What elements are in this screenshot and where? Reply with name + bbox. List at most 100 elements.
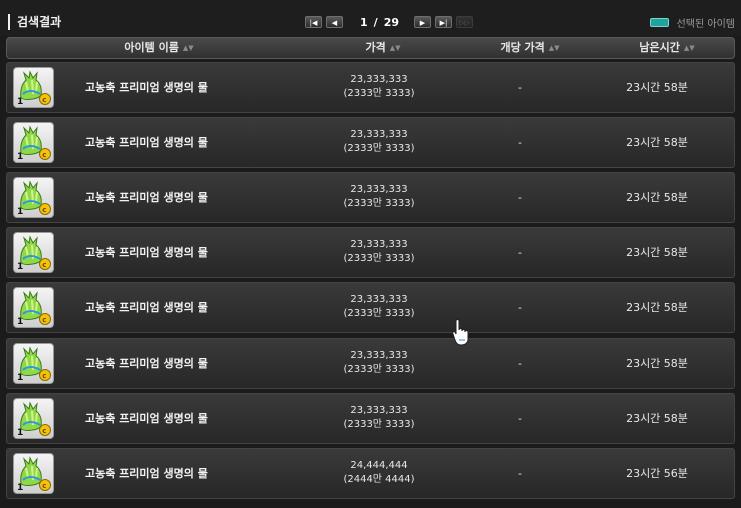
remaining-time: 23시간 58분 — [626, 136, 688, 149]
price-value: 23,333,333 — [350, 74, 408, 85]
svg-text:c: c — [42, 427, 46, 435]
item-name: 고농축 프리미엄 생명의 물 — [85, 136, 208, 149]
item-name: 고농축 프리미엄 생명의 물 — [85, 246, 208, 259]
price-korean: (2333만 3333) — [343, 308, 415, 319]
sort-arrows-icon[interactable]: ▲▼ — [390, 44, 401, 52]
table-row[interactable]: 1 c 고농축 프리미엄 생명의 물 23,333,333 (2333만 333… — [6, 338, 735, 389]
hand-cursor-icon — [452, 319, 469, 346]
remaining-time: 23시간 56분 — [626, 467, 688, 480]
first-page-button[interactable]: |◀ — [305, 16, 322, 28]
water-of-life-icon[interactable]: 1 c — [13, 67, 54, 108]
sort-arrows-icon[interactable]: ▲▼ — [183, 44, 194, 52]
table-header: 아이템 이름 ▲▼ 가격 ▲▼ 개당 가격 ▲▼ 남은시간 ▲▼ — [6, 37, 735, 59]
price-korean: (2333만 3333) — [343, 364, 415, 375]
item-name: 고농축 프리미엄 생명의 물 — [85, 301, 208, 314]
water-of-life-icon[interactable]: 1 c — [13, 453, 54, 494]
prev-page-button[interactable]: ◀ — [326, 16, 343, 28]
column-header-name[interactable]: 아이템 이름 ▲▼ — [124, 38, 193, 58]
water-of-life-icon[interactable]: 1 c — [13, 232, 54, 273]
item-price: 23,333,333 (2333만 3333) — [314, 73, 444, 101]
item-name: 고농축 프리미엄 생명의 물 — [85, 467, 208, 480]
price-korean: (2333만 3333) — [343, 419, 415, 430]
price-korean: (2333만 3333) — [343, 143, 415, 154]
svg-text:1: 1 — [17, 97, 23, 107]
water-of-life-icon[interactable]: 1 c — [13, 398, 54, 439]
page-indicator: 1 / 29 — [357, 16, 402, 29]
svg-text:1: 1 — [17, 262, 23, 272]
water-of-life-icon[interactable]: 1 c — [13, 177, 54, 218]
price-value: 23,333,333 — [350, 129, 408, 140]
column-header-remaining[interactable]: 남은시간 ▲▼ — [639, 38, 694, 58]
table-row[interactable]: 1 c 고농축 프리미엄 생명의 물 23,333,333 (2333만 333… — [6, 393, 735, 444]
legend-swatch — [649, 17, 669, 27]
unit-price: - — [518, 246, 522, 259]
column-header-unit-price[interactable]: 개당 가격 ▲▼ — [500, 38, 559, 58]
price-value: 23,333,333 — [350, 184, 408, 195]
item-name: 고농축 프리미엄 생명의 물 — [85, 412, 208, 425]
unit-price: - — [518, 357, 522, 370]
item-price: 23,333,333 (2333만 3333) — [314, 349, 444, 377]
last-page-button[interactable]: ▶| — [435, 16, 452, 28]
water-of-life-icon[interactable]: 1 c — [13, 122, 54, 163]
svg-text:1: 1 — [17, 428, 23, 438]
svg-text:1: 1 — [17, 373, 23, 383]
item-price: 23,333,333 (2333만 3333) — [314, 404, 444, 432]
page-separator: / — [373, 15, 378, 29]
column-header-price[interactable]: 가격 ▲▼ — [365, 38, 400, 58]
price-value: 23,333,333 — [350, 294, 408, 305]
column-header-remaining-label: 남은시간 — [639, 41, 680, 54]
legend-label: 선택된 아이템 — [676, 18, 735, 30]
price-korean: (2333만 3333) — [343, 198, 415, 209]
item-price: 23,333,333 (2333만 3333) — [314, 128, 444, 156]
svg-text:1: 1 — [17, 483, 23, 493]
remaining-time: 23시간 58분 — [626, 246, 688, 259]
svg-text:1: 1 — [17, 317, 23, 327]
svg-text:c: c — [42, 372, 46, 380]
water-of-life-icon[interactable]: 1 c — [13, 343, 54, 384]
next-page-button[interactable]: ▶ — [414, 16, 431, 28]
item-price: 23,333,333 (2333만 3333) — [314, 238, 444, 266]
column-header-price-label: 가격 — [365, 41, 386, 54]
svg-text:c: c — [42, 482, 46, 490]
page-title: 검색결과 — [8, 14, 61, 30]
svg-text:c: c — [42, 96, 46, 104]
sort-arrows-icon[interactable]: ▲▼ — [549, 44, 560, 52]
price-korean: (2333만 3333) — [343, 253, 415, 264]
svg-text:c: c — [42, 261, 46, 269]
table-row[interactable]: 1 c 고농축 프리미엄 생명의 물 23,333,333 (2333만 333… — [6, 227, 735, 278]
price-value: 23,333,333 — [350, 239, 408, 250]
selected-item-legend: 선택된 아이템 — [649, 15, 735, 30]
total-pages: 29 — [383, 15, 399, 29]
price-korean: (2333만 3333) — [343, 88, 415, 99]
table-row[interactable]: 1 c 고농축 프리미엄 생명의 물 23,333,333 (2333만 333… — [6, 172, 735, 223]
price-value: 24,444,444 — [350, 460, 408, 471]
remaining-time: 23시간 58분 — [626, 357, 688, 370]
svg-text:c: c — [42, 151, 46, 159]
jump-end-button[interactable]: ▷▷ — [456, 16, 473, 28]
svg-text:1: 1 — [17, 207, 23, 217]
price-value: 23,333,333 — [350, 350, 408, 361]
unit-price: - — [518, 412, 522, 425]
table-row[interactable]: 1 c 고농축 프리미엄 생명의 물 24,444,444 (2444만 444… — [6, 448, 735, 499]
item-name: 고농축 프리미엄 생명의 물 — [85, 357, 208, 370]
table-row[interactable]: 1 c 고농축 프리미엄 생명의 물 23,333,333 (2333만 333… — [6, 117, 735, 168]
unit-price: - — [518, 301, 522, 314]
price-korean: (2444만 4444) — [343, 474, 415, 485]
item-name: 고농축 프리미엄 생명의 물 — [85, 191, 208, 204]
table-row[interactable]: 1 c 고농축 프리미엄 생명의 물 23,333,333 (2333만 333… — [6, 62, 735, 113]
table-row[interactable]: 1 c 고농축 프리미엄 생명의 물 23,333,333 (2333만 333… — [6, 282, 735, 333]
pagination: |◀ ◀ 1 / 29 ▶ ▶| ▷▷ — [305, 14, 477, 30]
current-page: 1 — [360, 15, 368, 29]
water-of-life-icon[interactable]: 1 c — [13, 287, 54, 328]
remaining-time: 23시간 58분 — [626, 191, 688, 204]
unit-price: - — [518, 191, 522, 204]
item-price: 23,333,333 (2333만 3333) — [314, 293, 444, 321]
remaining-time: 23시간 58분 — [626, 301, 688, 314]
item-price: 23,333,333 (2333만 3333) — [314, 183, 444, 211]
column-header-name-label: 아이템 이름 — [124, 41, 179, 54]
svg-text:c: c — [42, 206, 46, 214]
price-value: 23,333,333 — [350, 405, 408, 416]
column-header-unit-price-label: 개당 가격 — [500, 41, 545, 54]
sort-arrows-icon[interactable]: ▲▼ — [684, 44, 695, 52]
remaining-time: 23시간 58분 — [626, 412, 688, 425]
